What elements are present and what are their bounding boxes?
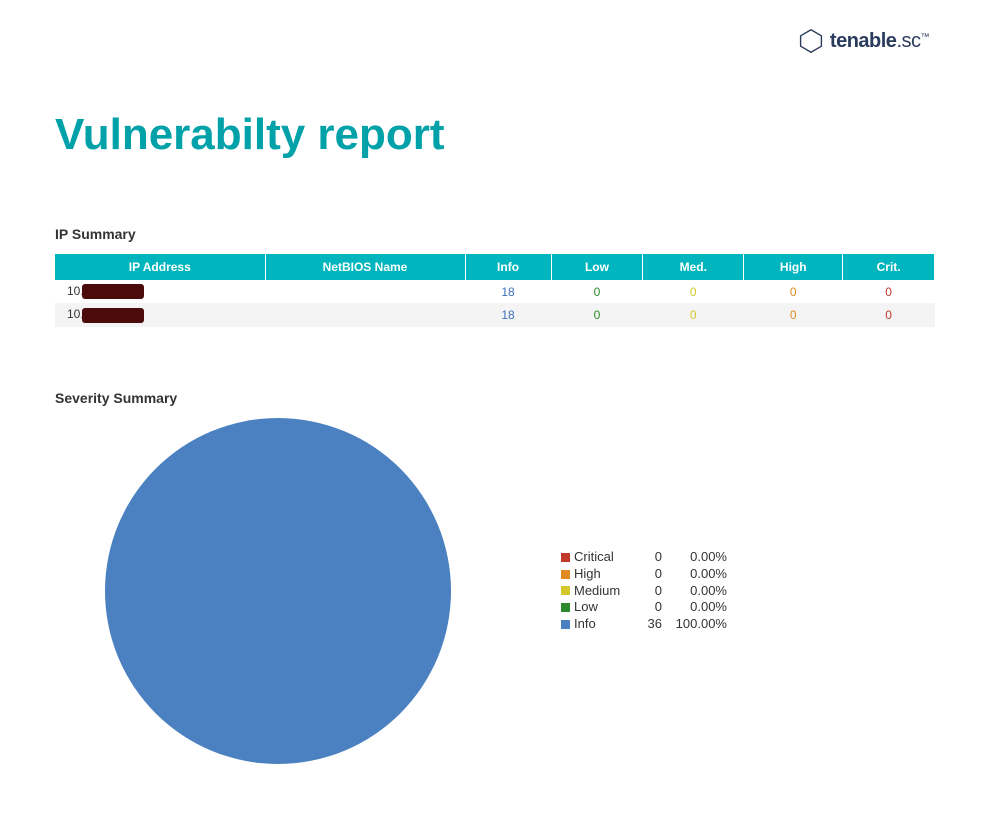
- table-header-row: IP Address NetBIOS Name Info Low Med. Hi…: [55, 254, 935, 280]
- swatch-medium-icon: [561, 586, 570, 595]
- legend-percent: 0.00%: [662, 549, 727, 566]
- cell-netbios: [265, 280, 465, 303]
- cell-high: 0: [744, 280, 843, 303]
- cell-low: 0: [551, 303, 643, 326]
- redaction-mark: [82, 284, 144, 299]
- legend-name: Critical: [574, 549, 634, 566]
- legend-name: High: [574, 566, 634, 583]
- table-row: 10. 18 0 0 0 0: [55, 303, 935, 326]
- cell-info: 18: [465, 280, 551, 303]
- legend-row-high: High 0 0.00%: [561, 566, 727, 583]
- swatch-low-icon: [561, 603, 570, 612]
- col-netbios: NetBIOS Name: [265, 254, 465, 280]
- col-high: High: [744, 254, 843, 280]
- chart-container: Critical 0 0.00% High 0 0.00% Medium 0 0…: [55, 418, 935, 764]
- redaction-mark: [82, 308, 144, 323]
- col-low: Low: [551, 254, 643, 280]
- legend-count: 0: [634, 566, 662, 583]
- severity-summary-section: Severity Summary Critical 0 0.00% High 0…: [55, 390, 935, 764]
- ip-summary-table: IP Address NetBIOS Name Info Low Med. Hi…: [55, 254, 935, 327]
- cell-crit: 0: [843, 303, 935, 326]
- col-ip: IP Address: [55, 254, 265, 280]
- cell-med: 0: [643, 303, 744, 326]
- severity-summary-heading: Severity Summary: [55, 390, 935, 406]
- brand-name-bold: tenable: [830, 30, 897, 52]
- legend-row-critical: Critical 0 0.00%: [561, 549, 727, 566]
- ip-summary-section: IP Summary IP Address NetBIOS Name Info …: [55, 226, 935, 327]
- swatch-info-icon: [561, 620, 570, 629]
- legend-count: 0: [634, 549, 662, 566]
- brand-icon: [798, 28, 824, 54]
- cell-med: 0: [643, 280, 744, 303]
- cell-netbios: [265, 303, 465, 326]
- swatch-critical-icon: [561, 553, 570, 562]
- cell-low: 0: [551, 280, 643, 303]
- cell-ip: 10.: [55, 303, 265, 326]
- legend-name: Info: [574, 616, 634, 633]
- legend-percent: 0.00%: [662, 566, 727, 583]
- col-crit: Crit.: [843, 254, 935, 280]
- brand-name-suffix: .sc: [896, 30, 920, 52]
- legend-name: Medium: [574, 583, 634, 600]
- legend-name: Low: [574, 599, 634, 616]
- legend-count: 0: [634, 599, 662, 616]
- legend-percent: 100.00%: [662, 616, 727, 633]
- trademark-icon: ™: [921, 31, 930, 41]
- cell-high: 0: [744, 303, 843, 326]
- legend-row-medium: Medium 0 0.00%: [561, 583, 727, 600]
- brand-logo: tenable.sc™: [798, 28, 929, 54]
- cell-crit: 0: [843, 280, 935, 303]
- legend-percent: 0.00%: [662, 599, 727, 616]
- legend-row-low: Low 0 0.00%: [561, 599, 727, 616]
- chart-legend: Critical 0 0.00% High 0 0.00% Medium 0 0…: [561, 549, 727, 633]
- legend-count: 0: [634, 583, 662, 600]
- col-info: Info: [465, 254, 551, 280]
- col-med: Med.: [643, 254, 744, 280]
- legend-percent: 0.00%: [662, 583, 727, 600]
- swatch-high-icon: [561, 570, 570, 579]
- table-row: 10. 18 0 0 0 0: [55, 280, 935, 303]
- ip-summary-heading: IP Summary: [55, 226, 935, 242]
- cell-info: 18: [465, 303, 551, 326]
- brand-text: tenable.sc™: [830, 30, 929, 53]
- cell-ip: 10.: [55, 280, 265, 303]
- page-title: Vulnerabilty report: [55, 110, 445, 160]
- severity-pie-chart: [105, 418, 451, 764]
- legend-row-info: Info 36 100.00%: [561, 616, 727, 633]
- legend-count: 36: [634, 616, 662, 633]
